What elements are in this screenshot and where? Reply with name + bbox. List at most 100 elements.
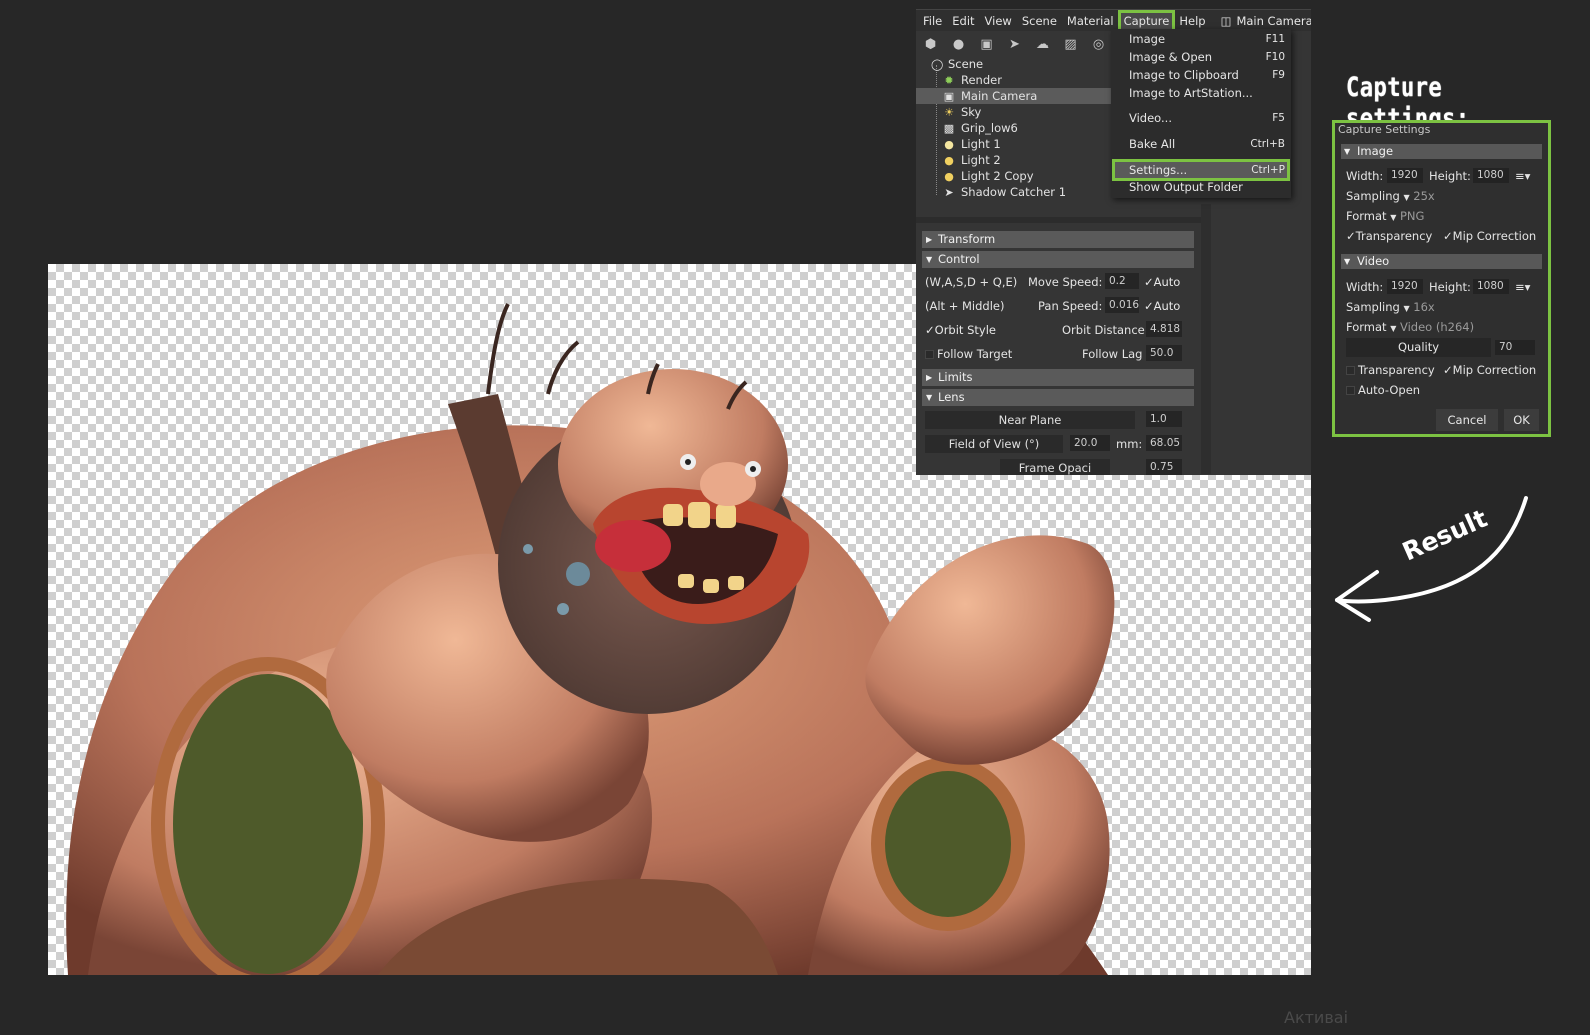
image-mip-correction-checkbox[interactable]: ✓Mip Correction <box>1443 229 1536 243</box>
video-sampling-dropdown[interactable]: Sampling ▼ 16x <box>1346 300 1435 314</box>
camera-icon: ▣ <box>943 90 955 103</box>
video-height-field[interactable]: 1080 <box>1473 279 1509 294</box>
pan-speed-auto-checkbox[interactable]: ✓Auto <box>1144 299 1180 313</box>
dialog-section-image[interactable]: ▼ Image <box>1341 144 1542 159</box>
pan-speed-field[interactable]: 0.016 <box>1105 297 1139 313</box>
fov-slider[interactable]: Field of View (°) <box>925 435 1063 453</box>
ok-button[interactable]: OK <box>1504 409 1539 431</box>
preset-menu-icon[interactable]: ≡▾ <box>1515 280 1530 294</box>
camera-icon[interactable]: ▣ <box>978 37 995 52</box>
follow-target-checkbox[interactable]: Follow Target <box>925 347 1012 361</box>
frame-opacity-slider[interactable]: Frame Opaci <box>1000 459 1110 475</box>
tree-item-light-2-copy[interactable]: ● Light 2 Copy <box>916 168 1116 184</box>
cube-icon[interactable]: ⬢ <box>922 37 939 52</box>
move-speed-field[interactable]: 0.2 <box>1105 273 1139 289</box>
tree-item-light-1[interactable]: ● Light 1 <box>916 136 1116 152</box>
menu-item-video[interactable]: Video... F5 <box>1129 110 1287 127</box>
section-title: Video <box>1357 254 1390 268</box>
menu-edit[interactable]: Edit <box>947 11 979 31</box>
menu-item-shortcut: F11 <box>1265 33 1285 45</box>
scene-icon: ◯ <box>931 58 944 71</box>
frame-opacity-field[interactable]: 0.75 <box>1146 459 1182 475</box>
cloud-icon[interactable]: ☁ <box>1034 37 1051 52</box>
menu-help[interactable]: Help <box>1174 11 1210 31</box>
triangle-right-icon: ▶ <box>926 373 933 382</box>
near-plane-field[interactable]: 1.0 <box>1146 411 1182 427</box>
menu-item-settings[interactable]: Settings... Ctrl+P <box>1112 159 1290 181</box>
menu-item-label: Video... <box>1129 111 1172 125</box>
menu-item-image[interactable]: Image F11 <box>1129 31 1287 48</box>
video-transparency-checkbox[interactable]: Transparency <box>1346 363 1435 377</box>
image-width-label: Width: <box>1346 169 1384 183</box>
auto-open-checkbox[interactable]: Auto-Open <box>1346 383 1420 397</box>
mm-field[interactable]: 68.05 <box>1146 435 1182 451</box>
camera-selector[interactable]: ◫ Main Camera ▼ <box>1221 14 1311 28</box>
video-format-dropdown[interactable]: Format ▼ Video (h264) <box>1346 320 1474 334</box>
menu-capture[interactable]: Capture <box>1117 9 1176 32</box>
image-format-dropdown[interactable]: Format ▼ PNG <box>1346 209 1424 223</box>
quality-field[interactable]: 70 <box>1495 340 1535 355</box>
preset-menu-icon[interactable]: ≡▾ <box>1515 169 1530 183</box>
section-control[interactable]: ▼ Control <box>922 251 1194 268</box>
section-title: Limits <box>938 370 973 384</box>
dialog-section-video[interactable]: ▼ Video <box>1341 254 1542 269</box>
menu-file[interactable]: File <box>918 11 947 31</box>
orbit-style-checkbox[interactable]: ✓Orbit Style <box>925 323 996 337</box>
checkbox-box <box>1346 386 1355 395</box>
menu-view[interactable]: View <box>980 11 1017 31</box>
image-sampling-dropdown[interactable]: Sampling ▼ 25x <box>1346 189 1435 203</box>
tree-item-shadow-catcher-1[interactable]: ➤ Shadow Catcher 1 <box>916 184 1116 200</box>
image-width-field[interactable]: 1920 <box>1387 168 1423 183</box>
orbit-distance-field[interactable]: 4.818 <box>1146 321 1182 337</box>
menu-material[interactable]: Material <box>1062 11 1119 31</box>
camera-icon: ◫ <box>1220 13 1232 28</box>
section-title: Lens <box>938 390 965 404</box>
menu-item-image-clipboard[interactable]: Image to Clipboard F9 <box>1129 67 1287 84</box>
move-speed-auto-checkbox[interactable]: ✓Auto <box>1144 275 1180 289</box>
section-limits[interactable]: ▶ Limits <box>922 369 1194 386</box>
chevron-down-icon: ▼ <box>1403 193 1410 202</box>
tree-item-render[interactable]: ✹ Render <box>916 72 1116 88</box>
tree-item-light-2[interactable]: ● Light 2 <box>916 152 1116 168</box>
panel-divider[interactable] <box>916 217 1206 223</box>
menu-item-bake-all[interactable]: Bake All Ctrl+B <box>1129 136 1287 153</box>
menu-item-image-artstation[interactable]: Image to ArtStation... <box>1129 85 1287 102</box>
image-transparency-checkbox[interactable]: ✓Transparency <box>1346 229 1432 243</box>
dialog-title: Capture Settings <box>1338 123 1431 136</box>
fov-field[interactable]: 20.0 <box>1070 435 1110 451</box>
tree-item-scene[interactable]: ◯ Scene <box>916 56 1116 72</box>
cancel-button[interactable]: Cancel <box>1436 409 1498 431</box>
tree-item-label: Light 2 Copy <box>961 169 1034 183</box>
auto-label: Auto <box>1153 299 1181 313</box>
target-icon[interactable]: ◎ <box>1090 37 1107 52</box>
section-transform[interactable]: ▶ Transform <box>922 231 1194 248</box>
menu-item-show-output-folder[interactable]: Show Output Folder <box>1129 179 1287 196</box>
material-icon[interactable]: ▨ <box>1062 37 1079 52</box>
tree-item-main-camera[interactable]: ▣ Main Camera <box>916 88 1116 104</box>
capture-menu: Image F11 Image & Open F10 Image to Clipbo… <box>1111 29 1291 198</box>
tree-item-sky[interactable]: ☀ Sky <box>916 104 1116 120</box>
menu-item-image-open[interactable]: Image & Open F10 <box>1129 49 1287 66</box>
scene-toolbar: ⬢ ● ▣ ➤ ☁ ▨ ◎ <box>916 33 1111 55</box>
section-title: Image <box>1357 144 1394 158</box>
menu-scene[interactable]: Scene <box>1017 11 1062 31</box>
plane-icon[interactable]: ➤ <box>1006 37 1023 52</box>
follow-lag-field[interactable]: 50.0 <box>1146 345 1182 361</box>
auto-label: Auto <box>1153 275 1181 289</box>
quality-slider[interactable]: Quality <box>1346 338 1491 357</box>
bulb-icon[interactable]: ● <box>950 37 967 52</box>
row-orbit: ✓Orbit Style Orbit Distance: 4.818 <box>922 319 1194 343</box>
video-mip-correction-checkbox[interactable]: ✓Mip Correction <box>1443 363 1536 377</box>
properties-scrollbar[interactable] <box>1201 204 1211 474</box>
section-lens[interactable]: ▼ Lens <box>922 389 1194 406</box>
video-width-field[interactable]: 1920 <box>1387 279 1423 294</box>
orbit-distance-label: Orbit Distance: <box>1062 323 1149 337</box>
triangle-down-icon: ▼ <box>926 255 933 264</box>
triangle-down-icon: ▼ <box>926 393 933 402</box>
image-height-field[interactable]: 1080 <box>1473 168 1509 183</box>
row-move-speed: (W,A,S,D + Q,E) Move Speed: 0.2 ✓Auto <box>922 271 1194 295</box>
menu-item-label: Image to ArtStation... <box>1129 86 1253 100</box>
near-plane-slider[interactable]: Near Plane <box>925 411 1135 429</box>
quality-label: Quality <box>1397 340 1440 354</box>
tree-item-grip-low6[interactable]: ▩ Grip_low6 <box>916 120 1116 136</box>
